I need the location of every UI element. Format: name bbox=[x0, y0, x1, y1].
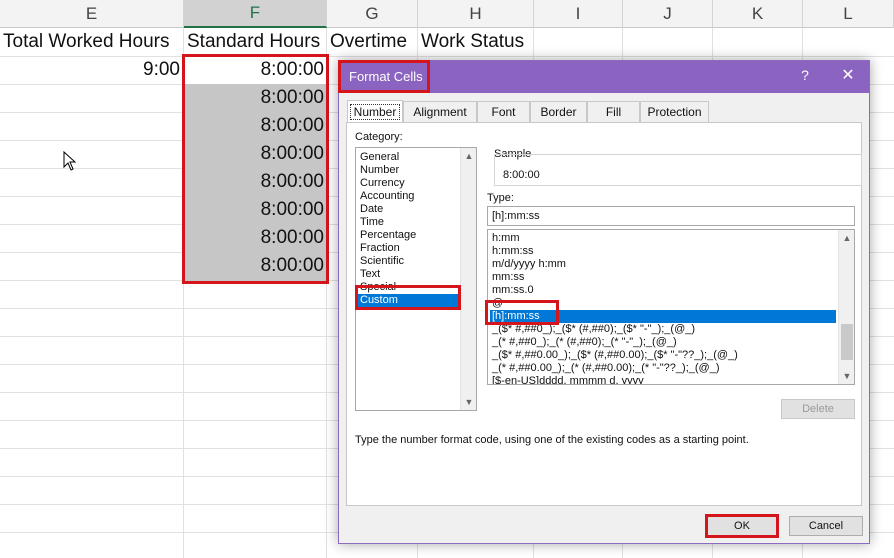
type-highlight-box bbox=[485, 300, 559, 325]
cell-f1-header[interactable]: Standard Hours bbox=[184, 28, 327, 56]
type-scrollbar[interactable]: ▲ ▼ bbox=[838, 230, 854, 384]
type-item[interactable]: h:mm:ss bbox=[490, 245, 836, 258]
column-header-j[interactable]: J bbox=[623, 0, 713, 28]
cell-g1-header[interactable]: Overtime bbox=[327, 28, 418, 56]
category-item[interactable]: Number bbox=[358, 164, 458, 177]
scroll-thumb[interactable] bbox=[841, 324, 853, 360]
help-button[interactable]: ? bbox=[795, 67, 815, 83]
category-item[interactable]: Accounting bbox=[358, 190, 458, 203]
mouse-pointer-icon bbox=[63, 151, 77, 171]
type-label: Type: bbox=[487, 192, 514, 204]
hint-text: Type the number format code, using one o… bbox=[355, 434, 749, 446]
column-header-k[interactable]: K bbox=[713, 0, 803, 28]
category-item[interactable]: Scientific bbox=[358, 255, 458, 268]
category-item[interactable]: Fraction bbox=[358, 242, 458, 255]
tab-fill[interactable]: Fill bbox=[587, 101, 640, 122]
number-tab-panel: Category: General Number Currency Accoun… bbox=[346, 122, 862, 506]
scroll-up-icon[interactable]: ▲ bbox=[839, 230, 854, 246]
type-input[interactable]: [h]:mm:ss bbox=[487, 206, 855, 226]
delete-button[interactable]: Delete bbox=[781, 399, 855, 419]
category-item[interactable]: Percentage bbox=[358, 229, 458, 242]
scroll-up-icon[interactable]: ▲ bbox=[461, 148, 476, 164]
type-item[interactable]: _($* #,##0.00_);_($* (#,##0.00);_($* "-"… bbox=[490, 349, 836, 362]
tab-protection[interactable]: Protection bbox=[640, 101, 709, 122]
tab-border[interactable]: Border bbox=[530, 101, 587, 122]
cancel-button[interactable]: Cancel bbox=[789, 516, 863, 536]
column-header-g[interactable]: G bbox=[327, 0, 418, 28]
title-highlight-box bbox=[338, 60, 430, 93]
ok-highlight-box bbox=[705, 514, 779, 538]
type-item[interactable]: m/d/yyyy h:mm bbox=[490, 258, 836, 271]
close-icon[interactable]: ✕ bbox=[837, 65, 859, 87]
tab-font[interactable]: Font bbox=[477, 101, 530, 122]
type-item[interactable]: [$-en-US]dddd, mmmm d, yyyy bbox=[490, 375, 836, 384]
column-header-i[interactable]: I bbox=[534, 0, 623, 28]
custom-highlight-box bbox=[355, 285, 461, 310]
column-header-e[interactable]: E bbox=[0, 0, 184, 28]
range-highlight-box bbox=[182, 54, 329, 284]
category-item[interactable]: Currency bbox=[358, 177, 458, 190]
category-label: Category: bbox=[355, 131, 403, 143]
scroll-down-icon[interactable]: ▼ bbox=[461, 394, 476, 410]
type-item[interactable]: mm:ss bbox=[490, 271, 836, 284]
category-item[interactable]: Text bbox=[358, 268, 458, 281]
type-item[interactable]: _(* #,##0.00_);_(* (#,##0.00);_(* "-"??_… bbox=[490, 362, 836, 375]
category-item[interactable]: General bbox=[358, 151, 458, 164]
tab-alignment[interactable]: Alignment bbox=[403, 101, 477, 122]
format-cells-dialog: Format Cells ? ✕ Number Alignment Font B… bbox=[338, 60, 870, 544]
cell-e1-header[interactable]: Total Worked Hours bbox=[0, 28, 184, 56]
category-item[interactable]: Time bbox=[358, 216, 458, 229]
column-header-l[interactable]: L bbox=[803, 0, 894, 28]
category-scrollbar[interactable]: ▲ ▼ bbox=[460, 148, 476, 410]
type-item[interactable]: mm:ss.0 bbox=[490, 284, 836, 297]
sample-value: 8:00:00 bbox=[503, 169, 540, 181]
sample-box: 8:00:00 bbox=[494, 154, 862, 186]
type-item[interactable]: _(* #,##0_);_(* (#,##0);_(* "-"_);_(@_) bbox=[490, 336, 836, 349]
tab-number[interactable]: Number bbox=[347, 100, 403, 122]
scroll-down-icon[interactable]: ▼ bbox=[839, 368, 854, 384]
column-header-f[interactable]: F bbox=[184, 0, 327, 28]
column-header-h[interactable]: H bbox=[418, 0, 534, 28]
column-header-row: E F G H I J K L bbox=[0, 0, 894, 28]
cell-h1-header[interactable]: Work Status bbox=[418, 28, 534, 56]
type-item[interactable]: h:mm bbox=[490, 232, 836, 245]
category-item[interactable]: Date bbox=[358, 203, 458, 216]
category-list[interactable]: General Number Currency Accounting Date … bbox=[355, 147, 477, 411]
cell-e2[interactable]: 9:00 bbox=[0, 56, 183, 84]
